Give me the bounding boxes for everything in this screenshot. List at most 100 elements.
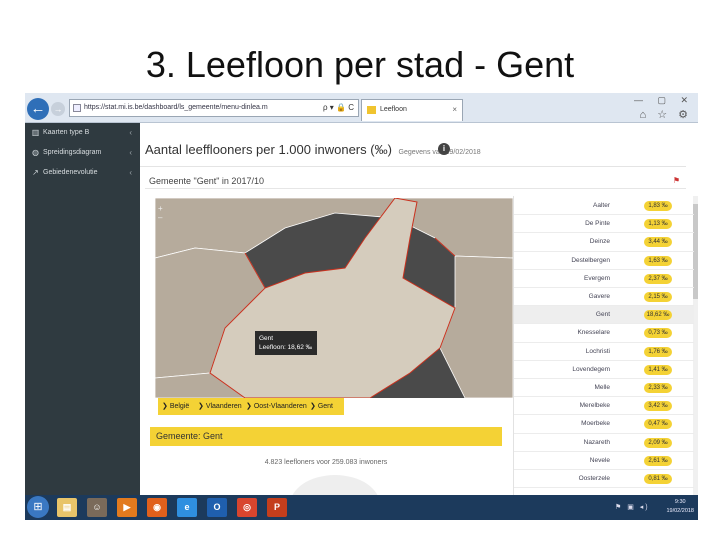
table-row[interactable]: Knesselare 0,73 ‰ — [514, 324, 694, 343]
map-icon: ▥ — [31, 128, 40, 137]
table-row[interactable]: Evergem 2,37 ‰ — [514, 270, 694, 288]
table-row[interactable]: Merelbeke 3,42 ‰ — [514, 397, 694, 416]
panel-title: Gemeente "Gent" in 2017/10 — [149, 176, 264, 186]
zoom-out-button[interactable]: – — [158, 213, 163, 222]
value-badge: 1,13 ‰ — [644, 219, 672, 230]
taskbar-explorer-icon[interactable]: ▤ — [57, 498, 77, 517]
value-badge: 0,47 ‰ — [644, 419, 672, 430]
start-button[interactable]: ⊞ — [27, 496, 49, 518]
table-row[interactable]: Nazareth 2,09 ‰ — [514, 434, 694, 452]
browser-right-icons[interactable]: ⌂ ☆ ⚙ — [640, 108, 692, 121]
sidebar-item-label: Gebiedenevolutie — [43, 169, 98, 176]
flag-icon[interactable]: ⚑ — [673, 176, 680, 185]
gauge-icon: ◍ — [32, 148, 39, 157]
forward-button[interactable]: → — [51, 102, 65, 116]
chevron-left-icon: ‹ — [129, 168, 132, 177]
taskbar-media-icon[interactable]: ▶ — [117, 498, 137, 517]
value-badge: 2,09 ‰ — [644, 437, 672, 448]
trend-icon: ↗ — [32, 168, 39, 177]
address-tools[interactable]: ρ ▾ 🔒 C — [323, 100, 354, 116]
taskbar-outlook-icon[interactable]: O — [207, 498, 227, 517]
city-name: Aalter — [593, 202, 610, 209]
taskbar-chrome-icon[interactable]: ◎ — [237, 498, 257, 517]
city-name: Knesselare — [577, 329, 610, 337]
value-badge: 0,73 ‰ — [644, 328, 672, 339]
browser-chrome: ← → https://stat.mi.is.be/dashboard/ls_g… — [25, 93, 698, 123]
system-tray[interactable]: ⚑ ▣ ◂) — [615, 503, 650, 511]
table-row[interactable]: Lovendegem 1,41 ‰ — [514, 361, 694, 379]
info-icon[interactable]: i — [438, 143, 450, 155]
tab-close-icon[interactable]: × — [452, 100, 457, 120]
city-name: Nevele — [589, 456, 610, 464]
sidebar-item-label: Spreidingsdiagram — [43, 149, 102, 156]
city-name: Destelbergen — [571, 256, 610, 264]
value-badge: 18,62 ‰ — [644, 310, 672, 321]
tab-title: Leefloon — [380, 106, 407, 113]
table-row[interactable]: Gent 18,62 ‰ — [514, 306, 694, 325]
city-name: Oosterzele — [578, 475, 610, 482]
map-region-east[interactable] — [439, 255, 513, 398]
back-button[interactable]: ← — [27, 98, 49, 120]
value-badge: 3,42 ‰ — [644, 401, 672, 412]
chevron-left-icon: ‹ — [129, 148, 132, 157]
breadcrumb: ❯ België ❯ Vlaanderen ❯ Oost-Vlaanderen … — [158, 398, 344, 415]
value-badge: 2,15 ‰ — [644, 292, 672, 302]
zoom-in-button[interactable]: + — [158, 204, 163, 213]
page-title-text: Aantal leefflooners per 1.000 inwoners (… — [145, 142, 392, 157]
table-row[interactable]: Aalter 1,83 ‰ — [514, 197, 694, 216]
address-bar[interactable]: https://stat.mi.is.be/dashboard/ls_gemee… — [69, 99, 359, 117]
taskbar-powerpoint-icon[interactable]: P — [267, 498, 287, 517]
taskbar-firefox-icon[interactable]: ◉ — [147, 498, 167, 517]
value-badge: 1,41 ‰ — [644, 364, 672, 375]
table-row[interactable]: Destelbergen 1,63 ‰ — [514, 252, 694, 270]
screenshot: ← → https://stat.mi.is.be/dashboard/ls_g… — [25, 93, 698, 520]
page-header: Aantal leefflooners per 1.000 inwoners (… — [140, 123, 686, 167]
sidebar: ▥ Kaarten type B ‹ ◍ Spreidingsdiagram ‹… — [25, 123, 140, 495]
table-row[interactable]: Nevele 2,61 ‰ — [514, 452, 694, 470]
window-controls[interactable]: — ▢ ✕ — [634, 95, 694, 106]
breadcrumb-item-gent[interactable]: ❯ Gent — [310, 398, 333, 415]
table-row[interactable]: Deinze 3,44 ‰ — [514, 233, 694, 252]
map[interactable]: + – Gent Leefloon: 18,62 ‰ — [155, 198, 513, 398]
table-row[interactable]: De Pinte 1,13 ‰ — [514, 215, 694, 234]
value-badge: 0,81 ‰ — [644, 474, 672, 484]
sidebar-item-spreidingsdiagram[interactable]: ◍ Spreidingsdiagram ‹ — [25, 145, 140, 161]
map-tooltip: Gent Leefloon: 18,62 ‰ — [255, 331, 317, 355]
zoom-controls[interactable]: + – — [158, 204, 163, 222]
table-row[interactable]: Moerbeke 0,47 ‰ — [514, 415, 694, 434]
value-badge: 2,61 ‰ — [644, 455, 672, 466]
city-name: Evergem — [583, 274, 610, 282]
chevron-left-icon: ‹ — [129, 128, 132, 137]
taskbar-ie-icon[interactable]: e — [177, 498, 197, 517]
clock-time: 9:30 — [674, 499, 686, 505]
table-row[interactable]: Gavere 2,15 ‰ — [514, 288, 694, 307]
city-table: Aalter 1,83 ‰ De Pinte 1,13 ‰ Deinze 3,44 ‰ De… — [513, 196, 698, 495]
page-title: Aantal leefflooners per 1.000 inwoners (… — [145, 142, 481, 157]
city-name: Moerbeke — [581, 420, 610, 428]
city-name: Lovendegem — [572, 365, 610, 373]
sidebar-item-gebiedenevolutie[interactable]: ↗ Gebiedenevolutie ‹ — [25, 165, 140, 181]
city-name: Nazareth — [583, 438, 610, 446]
breadcrumb-item-belgie[interactable]: ❯ België — [162, 398, 189, 415]
taskbar-user-icon[interactable]: ☺ — [87, 498, 107, 517]
taskbar: ⊞ ⚑ ▣ ◂) 9:30 19/02/2018 ▤ ☺ ▶ ◉ e O ◎ P — [25, 495, 698, 520]
city-name: Gent — [595, 311, 610, 319]
value-badge: 1,63 ‰ — [644, 255, 672, 266]
value-badge: 1,76 ‰ — [644, 346, 672, 357]
browser-tab[interactable]: Leefloon × — [361, 99, 463, 121]
slide-title: 3. Leefloon per stad - Gent — [145, 44, 575, 85]
sidebar-item-kaarten[interactable]: ▥ Kaarten type B ‹ — [25, 125, 140, 141]
table-row[interactable]: Oosterzele 0,81 ‰ — [514, 470, 694, 489]
breadcrumb-item-oost-vlaanderen[interactable]: ❯ Oost-Vlaanderen — [246, 398, 307, 415]
city-name: Melle — [594, 384, 610, 391]
city-name: De Pinte — [585, 220, 610, 228]
clock[interactable]: 9:30 19/02/2018 — [666, 498, 694, 516]
favicon-icon — [367, 106, 376, 114]
table-row[interactable]: Melle 2,33 ‰ — [514, 379, 694, 398]
tooltip-city: Gent — [259, 335, 274, 342]
breadcrumb-item-vlaanderen[interactable]: ❯ Vlaanderen — [198, 398, 242, 415]
sidebar-item-label: Kaarten type B — [43, 129, 90, 136]
table-row[interactable]: Lochristi 1,76 ‰ — [514, 343, 694, 361]
value-badge: 3,44 ‰ — [644, 237, 672, 248]
city-name: Lochristi — [585, 347, 610, 355]
